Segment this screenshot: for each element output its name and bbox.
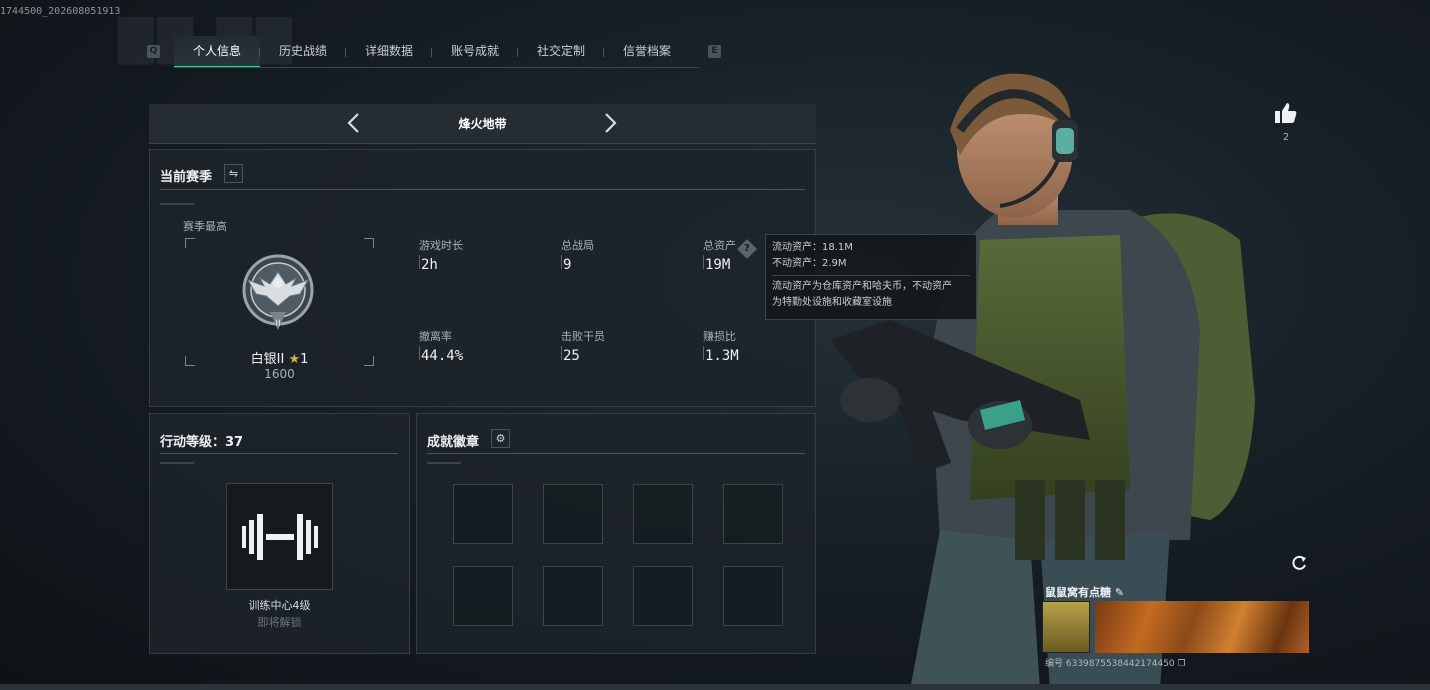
badges-divider xyxy=(427,453,805,454)
tooltip-desc-line1: 流动资产为仓库资产和哈夫币，不动资产 xyxy=(772,281,952,292)
rank-score: 1600 xyxy=(264,367,295,381)
badge-slot[interactable] xyxy=(633,484,693,544)
tab-reputation[interactable]: 信誉档案 xyxy=(604,36,690,68)
avatar[interactable] xyxy=(1042,601,1090,653)
badge-slot[interactable] xyxy=(723,566,783,626)
swap-season-icon[interactable]: ⇋ xyxy=(224,164,243,183)
stat-extract-rate: 撤离率 44.4% xyxy=(419,330,464,364)
tab-achievements[interactable]: 账号成就 xyxy=(432,36,518,68)
rank-emblem-icon: II xyxy=(242,254,314,330)
season-divider xyxy=(160,189,805,190)
badge-slot[interactable] xyxy=(633,566,693,626)
watermark: 1744500_202608051913 xyxy=(0,6,121,17)
achievement-badges-panel: 成就徽章 ⚙ xyxy=(416,413,816,654)
help-icon[interactable]: ? xyxy=(737,239,757,259)
level-facility-name: 训练中心4级 xyxy=(248,599,311,612)
assets-tooltip: 流动资产：18.1M 不动资产：2.9M 流动资产为仓库资产和哈夫币，不动资产 … xyxy=(765,234,977,320)
star-icon: ★ xyxy=(288,352,301,367)
badge-slot[interactable] xyxy=(453,484,513,544)
decor-dash xyxy=(160,203,194,205)
decor-dash xyxy=(160,462,194,464)
dumbbell-icon xyxy=(242,514,318,560)
like-count: 2 xyxy=(1282,132,1290,143)
tooltip-fixed-assets: 不动资产：2.9M xyxy=(772,258,847,269)
season-title: 当前赛季 xyxy=(160,170,213,185)
stat-profit-ratio: 赚损比 1.3M xyxy=(703,330,739,364)
like-button[interactable]: 2 xyxy=(1272,102,1300,143)
tab-detailed-data[interactable]: 详细数据 xyxy=(346,36,432,68)
tab-underline xyxy=(174,67,699,68)
edit-icon[interactable]: ✎ xyxy=(1115,586,1124,599)
bottom-bar xyxy=(0,684,1430,690)
decor-dash xyxy=(427,462,461,464)
tooltip-liquid-assets: 流动资产：18.1M xyxy=(772,242,853,253)
tab-match-history[interactable]: 历史战绩 xyxy=(260,36,346,68)
mode-selector: 烽火地带 xyxy=(149,104,816,144)
action-level-panel: 行动等级：37 训练中心4级 即将解锁 xyxy=(149,413,410,654)
rank-frame: II xyxy=(185,238,374,366)
rank-name: 白银II ★1 xyxy=(250,352,309,367)
tab-bar: Q 个人信息 历史战绩 详细数据 账号成就 社交定制 信誉档案 E xyxy=(146,36,726,68)
tab-personal-info[interactable]: 个人信息 xyxy=(174,36,260,68)
level-unlock-status: 即将解锁 xyxy=(257,616,302,629)
mode-next-icon[interactable] xyxy=(601,112,619,134)
tab-prev-button[interactable]: Q xyxy=(147,45,160,58)
action-level-title: 行动等级：37 xyxy=(160,435,244,450)
badge-slot[interactable] xyxy=(543,484,603,544)
training-center-icon-box[interactable] xyxy=(226,483,333,590)
badge-slot[interactable] xyxy=(723,484,783,544)
tab-social-custom[interactable]: 社交定制 xyxy=(518,36,604,68)
season-panel: 当前赛季 ⇋ 赛季最高 II 白银II ★1 1600 游戏时长 2h 总战局 … xyxy=(149,149,816,407)
svg-text:II: II xyxy=(275,319,280,329)
thumbs-up-icon xyxy=(1275,103,1297,123)
mode-title: 烽火地带 xyxy=(458,117,507,131)
badge-slot[interactable] xyxy=(543,566,603,626)
stat-kills: 击败干员 25 xyxy=(561,330,605,364)
stat-matches: 总战局 9 xyxy=(561,239,594,273)
player-name-card[interactable]: 鼠鼠窝有点糖 ✎ 编号 6339875538442174450 ❐ xyxy=(1040,582,1310,672)
tooltip-desc-line2: 为特勤处设施和收藏室设施 xyxy=(772,297,892,308)
badge-slot[interactable] xyxy=(453,566,513,626)
level-divider xyxy=(160,453,398,454)
badges-title: 成就徽章 xyxy=(427,435,480,450)
stat-playtime: 游戏时长 2h xyxy=(419,239,463,273)
player-name: 鼠鼠窝有点糖 ✎ xyxy=(1045,586,1125,599)
tab-next-button[interactable]: E xyxy=(708,45,721,58)
season-best-label: 赛季最高 xyxy=(183,220,227,233)
copy-icon[interactable]: ❐ xyxy=(1178,659,1186,669)
card-banner[interactable] xyxy=(1095,601,1309,653)
gear-icon[interactable]: ⚙ xyxy=(491,429,510,448)
refresh-icon[interactable] xyxy=(1290,554,1308,572)
player-id: 编号 6339875538442174450 ❐ xyxy=(1045,659,1186,669)
